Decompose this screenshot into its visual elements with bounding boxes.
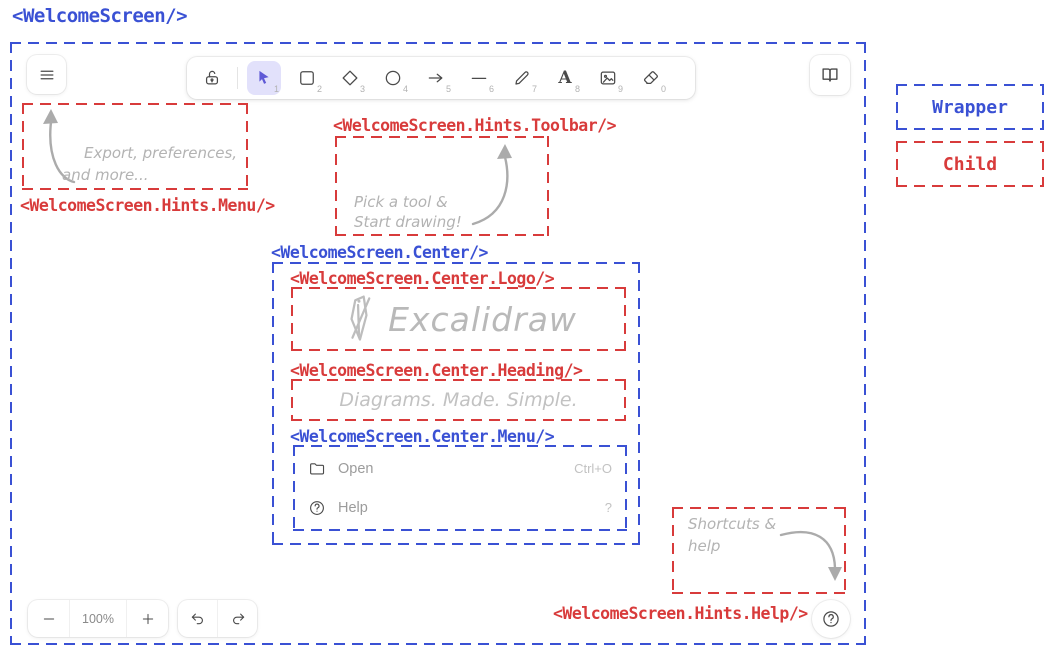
- hints-toolbar-text-line1: Pick a tool &: [354, 192, 448, 213]
- center-logo-label: <WelcomeScreen.Center.Logo/>: [290, 269, 554, 288]
- rectangle-icon: [297, 68, 317, 88]
- legend-child-label: Child: [943, 154, 997, 175]
- minus-icon: [41, 611, 57, 627]
- redo-button[interactable]: [218, 600, 257, 637]
- welcome-screen-label: <WelcomeScreen/>: [12, 5, 187, 27]
- tool-shortcut: 3: [360, 84, 365, 94]
- redo-icon: [229, 610, 247, 628]
- excalidraw-logo-text: Excalidraw: [388, 300, 577, 339]
- center-menu-label: <WelcomeScreen.Center.Menu/>: [290, 427, 554, 446]
- hints-menu-label: <WelcomeScreen.Hints.Menu/>: [20, 196, 275, 215]
- menu-item-shortcut: Ctrl+O: [574, 461, 612, 476]
- zoom-out-button[interactable]: [28, 600, 70, 637]
- hints-help-label: <WelcomeScreen.Hints.Help/>: [553, 604, 808, 623]
- hints-menu-text-line1: Export, preferences,: [84, 143, 237, 164]
- zoom-in-button[interactable]: [126, 600, 168, 637]
- line-icon: [469, 68, 489, 88]
- open-book-icon: [819, 64, 841, 86]
- tool-image[interactable]: 9: [591, 61, 625, 95]
- hints-toolbar-arrow: [455, 140, 525, 228]
- arrow-icon: [426, 68, 446, 88]
- unlocked-padlock-icon: [202, 68, 222, 88]
- legend-wrapper-label: Wrapper: [932, 97, 1008, 118]
- history-controls: [178, 600, 257, 637]
- tool-draw[interactable]: 7: [505, 61, 539, 95]
- center-heading-text: Diagrams. Made. Simple.: [291, 379, 626, 421]
- tool-diamond[interactable]: 3: [333, 61, 367, 95]
- hints-toolbar-text-line2: Start drawing!: [354, 212, 462, 233]
- center-label: <WelcomeScreen.Center/>: [271, 243, 488, 262]
- folder-icon: [308, 460, 326, 478]
- question-mark-icon: [821, 609, 841, 629]
- tool-shortcut: 8: [575, 84, 580, 94]
- tool-shortcut: 1: [274, 84, 279, 94]
- toolbar: 1 2 3 4 5: [187, 57, 695, 99]
- undo-button[interactable]: [178, 600, 218, 637]
- legend-wrapper-box: Wrapper: [896, 84, 1044, 130]
- text-tool-icon: A: [558, 70, 571, 87]
- help-button[interactable]: [812, 600, 850, 638]
- menu-item-label: Open: [338, 461, 373, 477]
- welcome-screen-doc-figure: <WelcomeScreen/> 1: [0, 0, 1053, 661]
- hamburger-icon: [37, 65, 57, 85]
- zoom-controls: 100%: [28, 600, 168, 637]
- image-icon: [598, 68, 618, 88]
- tool-rectangle[interactable]: 2: [290, 61, 324, 95]
- hints-help-text-line2: help: [688, 536, 720, 557]
- center-heading-label: <WelcomeScreen.Center.Heading/>: [290, 361, 582, 380]
- tool-shortcut: 4: [403, 84, 408, 94]
- hints-toolbar-label: <WelcomeScreen.Hints.Toolbar/>: [333, 116, 616, 135]
- menu-item-label: Help: [338, 500, 368, 516]
- tool-shortcut: 9: [618, 84, 623, 94]
- tool-shortcut: 5: [446, 84, 451, 94]
- lock-tool-button[interactable]: [196, 61, 228, 95]
- hints-help-text-line1: Shortcuts &: [688, 514, 776, 535]
- tool-selection[interactable]: 1: [247, 61, 281, 95]
- toolbar-divider: [237, 67, 238, 89]
- help-circle-icon: [308, 499, 326, 517]
- tool-shortcut: 7: [532, 84, 537, 94]
- menu-item-open[interactable]: Open Ctrl+O: [293, 450, 627, 488]
- excalidraw-logo: Excalidraw: [291, 287, 626, 351]
- menu-item-help[interactable]: Help ?: [293, 489, 627, 527]
- zoom-level-value[interactable]: 100%: [70, 600, 126, 637]
- selection-cursor-icon: [254, 68, 274, 88]
- diamond-icon: [340, 68, 360, 88]
- plus-icon: [140, 611, 156, 627]
- hamburger-menu-button[interactable]: [27, 55, 66, 94]
- tool-shortcut: 6: [489, 84, 494, 94]
- tool-shortcut: 0: [661, 84, 666, 94]
- tool-ellipse[interactable]: 4: [376, 61, 410, 95]
- legend-child-box: Child: [896, 141, 1044, 187]
- tool-eraser[interactable]: 0: [634, 61, 668, 95]
- library-button[interactable]: [810, 55, 850, 95]
- tool-text[interactable]: A 8: [548, 61, 582, 95]
- eraser-icon: [641, 68, 661, 88]
- ellipse-icon: [383, 68, 403, 88]
- undo-icon: [189, 610, 207, 628]
- hints-menu-text-line2: and more...: [62, 165, 148, 186]
- hints-help-arrow: [778, 524, 846, 588]
- tool-line[interactable]: 6: [462, 61, 496, 95]
- center-menu-box: Open Ctrl+O Help ?: [293, 445, 627, 531]
- tool-shortcut: 2: [317, 84, 322, 94]
- tool-arrow[interactable]: 5: [419, 61, 453, 95]
- pencil-icon: [512, 68, 532, 88]
- excalidraw-pencil-icon: [340, 291, 378, 347]
- menu-item-shortcut: ?: [605, 500, 612, 515]
